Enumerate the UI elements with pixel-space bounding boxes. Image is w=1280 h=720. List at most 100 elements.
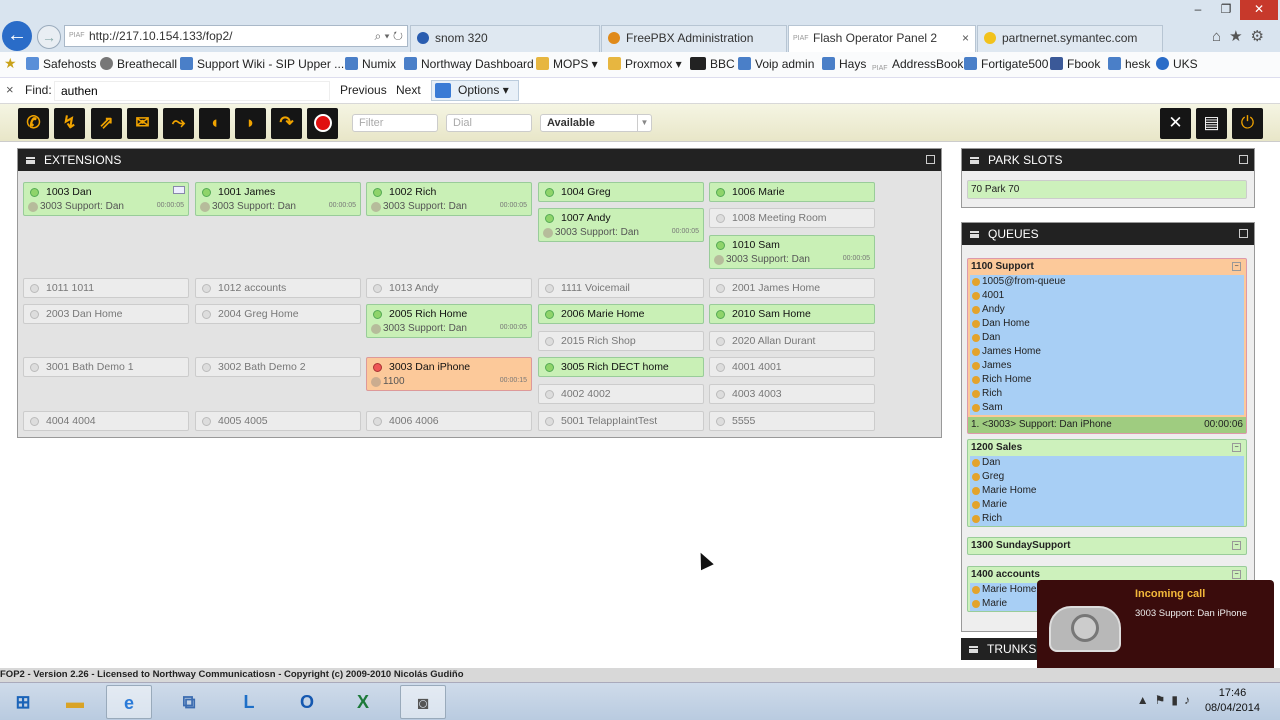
extension-3002-bath-demo-2[interactable]: 3002 Bath Demo 2 [195, 357, 361, 377]
queue-1200-sales[interactable]: 1200 Sales − Dan Greg Marie Home Marie Rich [967, 439, 1247, 527]
extension-1011-1011[interactable]: 1011 1011 [23, 278, 189, 298]
queue-member[interactable]: Dan Home [970, 317, 1244, 331]
queue-member[interactable]: James Home [970, 345, 1244, 359]
restore-icon[interactable]: ❐ [1212, 0, 1240, 20]
fav-fbook[interactable]: Fbook [1050, 56, 1100, 72]
menu-icon[interactable] [969, 646, 978, 653]
fav-breathecall[interactable]: Breathecall [100, 56, 177, 72]
fav-mops[interactable]: MOPS ▾ [536, 56, 598, 72]
back-button[interactable]: ← [2, 21, 32, 51]
collapse-icon[interactable]: − [1232, 570, 1241, 579]
find-previous-button[interactable]: Previous [340, 83, 387, 97]
extension-3005-rich-dect-home[interactable]: 3005 Rich DECT home [538, 357, 704, 377]
menu-icon[interactable] [970, 157, 979, 164]
dial-input[interactable]: Dial [446, 114, 532, 132]
network-icon[interactable]: ▮ [1171, 693, 1184, 707]
clock[interactable]: 17:46 08/04/2014 [1205, 686, 1260, 716]
presence-select[interactable]: Available ▼ [540, 114, 652, 132]
queue-waiting-call[interactable]: 1. <3003> Support: Dan iPhone 00:00:06 [968, 417, 1246, 433]
voicemail-icon[interactable] [173, 186, 185, 194]
extension-4003-4003[interactable]: 4003 4003 [709, 384, 875, 404]
fav-northway-dashboard[interactable]: Northway Dashboard [404, 56, 534, 72]
spy-icon[interactable]: ◖ [199, 108, 230, 139]
tab-fop2[interactable]: PIAF Flash Operator Panel 2 × [788, 25, 976, 52]
queue-member[interactable]: Dan [970, 456, 1244, 470]
fav-safehosts[interactable]: Safehosts [26, 56, 96, 72]
filter-input[interactable]: Filter [352, 114, 438, 132]
layout-icon[interactable]: ▤ [1196, 108, 1227, 139]
queue-member[interactable]: Marie Home [970, 484, 1244, 498]
address-bar[interactable]: PIAF http://217.10.154.133/fop2/ ⌕ ▾ ↻ [64, 25, 408, 47]
forward-button[interactable]: → [37, 25, 61, 49]
hangup-icon[interactable]: ↯ [54, 108, 85, 139]
fav-uks[interactable]: UKS [1156, 56, 1198, 72]
queue-1100-support[interactable]: 1100 Support − 1005@from-queue 4001 Andy Dan … [967, 258, 1247, 434]
extension-2010-sam-home[interactable]: 2010 Sam Home [709, 304, 875, 324]
star-icon[interactable]: ★ [1229, 28, 1250, 45]
record-icon[interactable] [307, 108, 338, 139]
fav-hesk[interactable]: hesk [1108, 56, 1150, 72]
park-slot[interactable]: 70 Park 70 [967, 180, 1247, 199]
park-icon[interactable]: ↷ [271, 108, 302, 139]
maximize-icon[interactable] [926, 155, 935, 164]
collapse-icon[interactable]: − [1232, 541, 1241, 550]
close-window-icon[interactable]: ✕ [1240, 0, 1278, 20]
extension-5001-telappiainttest[interactable]: 5001 TelappIaintTest [538, 411, 704, 431]
dial-icon[interactable]: ✆ [18, 108, 49, 139]
queue-member[interactable]: 4001 [970, 289, 1244, 303]
queue-member[interactable]: Rich Home [970, 373, 1244, 387]
fav-proxmox[interactable]: Proxmox ▾ [608, 56, 682, 72]
extension-1012-accounts[interactable]: 1012 accounts [195, 278, 361, 298]
menu-icon[interactable] [970, 231, 979, 238]
search-refresh-icon[interactable]: ⌕ ▾ ↻ [374, 26, 403, 46]
minimize-icon[interactable]: ‒ [1184, 0, 1212, 20]
internet-explorer-icon[interactable]: e [106, 685, 152, 719]
tab-symantec[interactable]: partnernet.symantec.com [977, 25, 1163, 52]
transfer-icon[interactable]: ⇗ [91, 108, 122, 139]
fav-numix[interactable]: Numix [345, 56, 396, 72]
queue-member[interactable]: Sam [970, 401, 1244, 415]
extension-4005-4005[interactable]: 4005 4005 [195, 411, 361, 431]
remote-desktop-icon[interactable]: ⧉ [166, 685, 212, 719]
menu-icon[interactable] [26, 157, 35, 164]
extension-1002-rich[interactable]: 1002 Rich 3003 Support: Dan 00:00:05 [366, 182, 532, 216]
queue-member[interactable]: Dan [970, 331, 1244, 345]
fav-bbc[interactable]: BBC [690, 56, 735, 72]
queue-member[interactable]: 1005@from-queue [970, 275, 1244, 289]
fav-support-wiki[interactable]: Support Wiki - SIP Upper ... [180, 56, 344, 72]
fav-addressbook[interactable]: PIAF AddressBook [872, 56, 963, 74]
extension-2004-greg-home[interactable]: 2004 Greg Home [195, 304, 361, 324]
extension-3003-dan-iphone[interactable]: 3003 Dan iPhone 1100 00:00:15 [366, 357, 532, 391]
collapse-icon[interactable]: − [1232, 262, 1241, 271]
fav-voip-admin[interactable]: Voip admin [738, 56, 814, 72]
screen-recorder-icon[interactable]: ◙ [400, 685, 446, 719]
show-hidden-icon[interactable]: ▲ [1137, 693, 1155, 707]
tab-snom[interactable]: snom 320 [410, 25, 600, 52]
extension-4006-4006[interactable]: 4006 4006 [366, 411, 532, 431]
favorites-star-icon[interactable]: ★ [4, 55, 17, 71]
queue-member[interactable]: Andy [970, 303, 1244, 317]
extension-1111-voicemail[interactable]: 1111 Voicemail [538, 278, 704, 298]
tools-icon[interactable]: ✕ [1160, 108, 1191, 139]
find-options-button[interactable]: Options ▾ [431, 80, 519, 101]
tab-freepbx[interactable]: FreePBX Administration [601, 25, 787, 52]
explorer-icon[interactable]: ▬ [52, 685, 98, 719]
find-next-button[interactable]: Next [396, 83, 421, 97]
extension-2020-allan-durant[interactable]: 2020 Allan Durant [709, 331, 875, 351]
queue-member[interactable]: James [970, 359, 1244, 373]
queue-member[interactable]: Rich [970, 387, 1244, 401]
volume-icon[interactable]: ♪ [1184, 693, 1196, 707]
excel-icon[interactable]: X [340, 685, 386, 719]
incoming-call-popup[interactable]: Incoming call 3003 Support: Dan iPhone [1037, 580, 1274, 672]
logout-icon[interactable]: ⏻ [1232, 108, 1263, 139]
queue-member[interactable]: Greg [970, 470, 1244, 484]
maximize-icon[interactable] [1239, 229, 1248, 238]
extension-1008-meeting-room[interactable]: 1008 Meeting Room [709, 208, 875, 228]
extension-2003-dan-home[interactable]: 2003 Dan Home [23, 304, 189, 324]
vmail-transfer-icon[interactable]: ✉ [127, 108, 158, 139]
maximize-icon[interactable] [1239, 155, 1248, 164]
collapse-icon[interactable]: − [1232, 443, 1241, 452]
extension-4004-4004[interactable]: 4004 4004 [23, 411, 189, 431]
extension-2005-rich-home[interactable]: 2005 Rich Home 3003 Support: Dan 00:00:05 [366, 304, 532, 338]
extension-1013-andy[interactable]: 1013 Andy [366, 278, 532, 298]
